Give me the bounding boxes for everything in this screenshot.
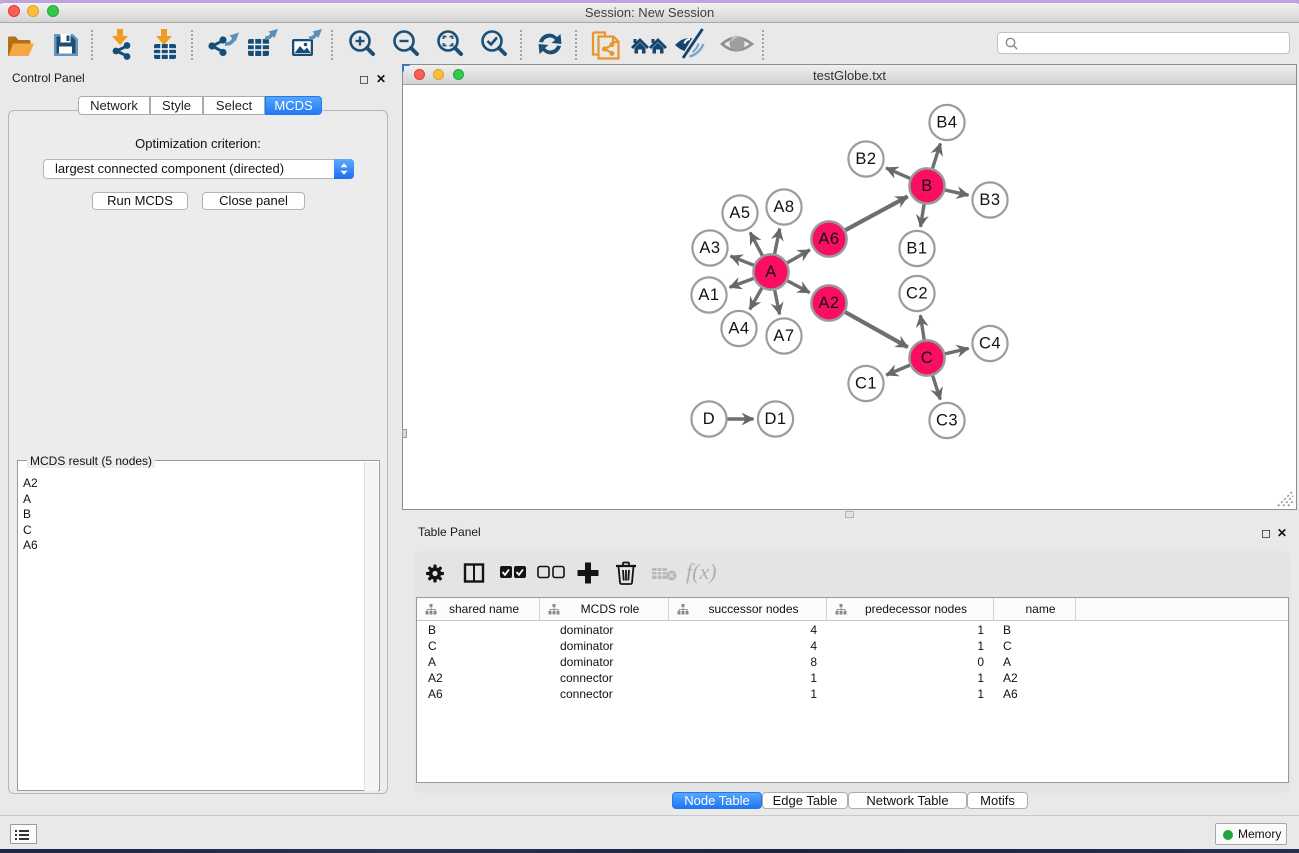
svg-text:A3: A3 xyxy=(699,239,720,257)
svg-text:A7: A7 xyxy=(773,327,794,345)
svg-text:A1: A1 xyxy=(698,286,719,304)
svg-text:B3: B3 xyxy=(979,191,1000,209)
svg-text:B: B xyxy=(921,177,933,195)
svg-text:B2: B2 xyxy=(855,150,876,168)
svg-text:A2: A2 xyxy=(818,294,839,312)
svg-text:A4: A4 xyxy=(728,320,749,338)
svg-text:C4: C4 xyxy=(979,335,1001,353)
svg-text:A6: A6 xyxy=(818,230,839,248)
svg-text:C2: C2 xyxy=(906,285,928,303)
svg-text:D1: D1 xyxy=(764,410,786,428)
svg-text:A8: A8 xyxy=(773,198,794,216)
svg-text:A: A xyxy=(765,263,777,281)
svg-text:C: C xyxy=(921,349,933,367)
svg-text:B1: B1 xyxy=(906,240,927,258)
svg-text:B4: B4 xyxy=(936,114,957,132)
svg-text:C3: C3 xyxy=(936,412,958,430)
svg-text:A5: A5 xyxy=(729,204,750,222)
svg-text:C1: C1 xyxy=(855,375,877,393)
svg-text:D: D xyxy=(703,410,715,428)
